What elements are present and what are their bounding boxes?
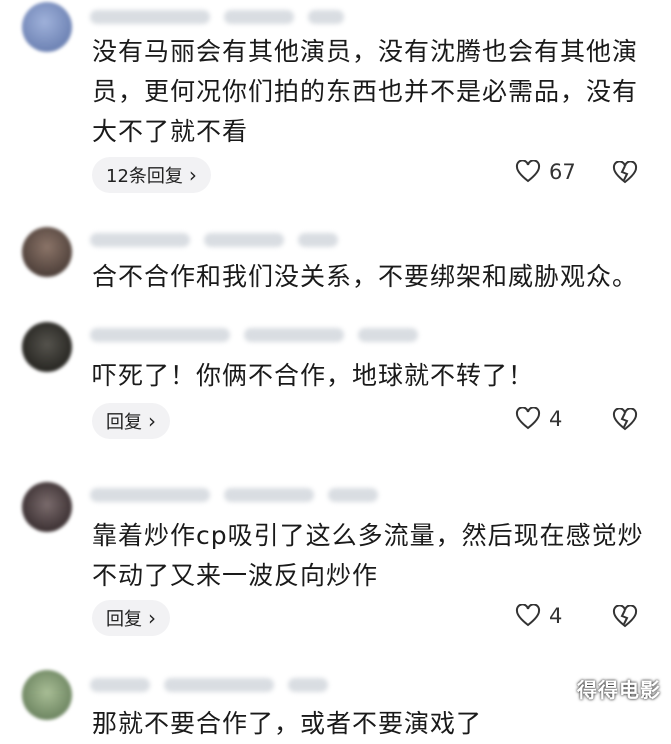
- chevron-right-icon: ›: [148, 409, 156, 433]
- reply-label: 回复: [106, 412, 142, 433]
- comment-text: 没有马丽会有其他演员，没有沈腾也会有其他演员，更何况你们拍的东西也并不是必需品，…: [92, 37, 639, 146]
- comment-meta-blurred: [90, 8, 344, 26]
- heart-outline-icon: [515, 160, 541, 183]
- comment-text: 吓死了！你俩不合作，地球就不转了！: [92, 361, 535, 390]
- heart-outline-icon: [515, 604, 541, 627]
- chevron-right-icon: ›: [148, 606, 156, 630]
- comment-text: 那就不要合作了，或者不要演戏了: [92, 709, 483, 738]
- reply-count-label: 12条回复: [106, 166, 183, 187]
- dislike-button[interactable]: [612, 407, 638, 436]
- broken-heart-icon: [612, 407, 638, 431]
- dislike-button[interactable]: [612, 604, 638, 633]
- avatar[interactable]: [22, 322, 72, 372]
- chevron-right-icon: ›: [188, 163, 197, 187]
- reply-label: 回复: [106, 609, 142, 630]
- like-button[interactable]: 4: [515, 604, 562, 628]
- comment-meta-blurred: [90, 231, 338, 249]
- avatar[interactable]: [22, 2, 72, 52]
- dislike-button[interactable]: [612, 160, 638, 189]
- avatar[interactable]: [22, 227, 72, 277]
- comment-text: 合不合作和我们没关系，不要绑架和威胁观众。: [92, 262, 639, 291]
- heart-outline-icon: [515, 407, 541, 430]
- broken-heart-icon: [612, 604, 638, 628]
- like-count: 67: [549, 160, 576, 184]
- like-count: 4: [549, 407, 563, 431]
- watermark: 得得电影: [577, 678, 661, 702]
- avatar[interactable]: [22, 670, 72, 720]
- broken-heart-icon: [612, 160, 638, 184]
- reply-button[interactable]: 回复 ›: [92, 600, 170, 636]
- comment-meta-blurred: [90, 676, 328, 694]
- like-button[interactable]: 4: [515, 407, 562, 431]
- reply-button[interactable]: 回复 ›: [92, 403, 170, 439]
- comment-meta-blurred: [90, 486, 378, 504]
- comment-text: 靠着炒作cp吸引了这么多流量，然后现在感觉炒不动了又来一波反向炒作: [92, 521, 644, 590]
- view-replies-button[interactable]: 12条回复 ›: [92, 157, 211, 193]
- like-count: 4: [549, 604, 563, 628]
- like-button[interactable]: 67: [515, 160, 576, 184]
- avatar[interactable]: [22, 482, 72, 532]
- comment-meta-blurred: [90, 326, 418, 344]
